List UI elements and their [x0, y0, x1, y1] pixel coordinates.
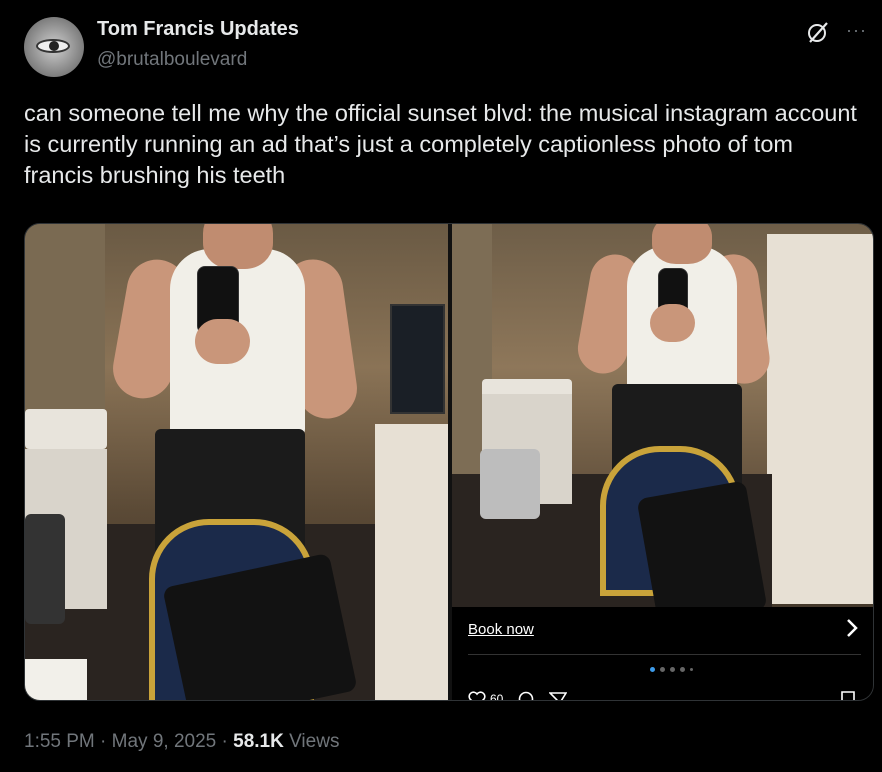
views-count[interactable]: 58.1K — [233, 731, 284, 752]
bookmark-icon[interactable] — [839, 691, 857, 701]
photo-left[interactable] — [25, 224, 448, 700]
grok-icon[interactable] — [806, 20, 830, 44]
tweet-metadata: 1:55 PM · May 9, 2025 · 58.1K Views — [24, 731, 339, 753]
avatar[interactable] — [24, 17, 84, 77]
heart-icon[interactable] — [468, 691, 486, 701]
ad-engagement-row: 60 — [468, 691, 568, 701]
media-container[interactable]: Book now 60 — [24, 223, 874, 701]
tweet-text: can someone tell me why the official sun… — [24, 100, 857, 188]
photo-right[interactable]: Book now 60 — [452, 224, 873, 701]
ad-action-bar: Book now 60 — [452, 607, 873, 701]
avatar-eye-image — [36, 39, 70, 53]
send-icon[interactable] — [549, 691, 568, 701]
post-date[interactable]: May 9, 2025 — [112, 731, 217, 752]
like-count: 60 — [490, 692, 504, 701]
ad-divider — [468, 654, 861, 655]
separator: · — [94, 731, 112, 752]
chevron-right-icon[interactable] — [845, 617, 859, 639]
carousel-indicator — [650, 667, 693, 672]
views-label: Views — [283, 731, 340, 752]
post-time[interactable]: 1:55 PM — [24, 731, 95, 752]
separator: · — [216, 731, 234, 752]
author-handle[interactable]: @brutalboulevard — [97, 49, 247, 71]
comment-icon[interactable] — [517, 691, 535, 701]
more-options-icon[interactable]: ··· — [846, 20, 867, 41]
book-now-link[interactable]: Book now — [468, 621, 534, 638]
author-name[interactable]: Tom Francis Updates — [97, 18, 299, 41]
